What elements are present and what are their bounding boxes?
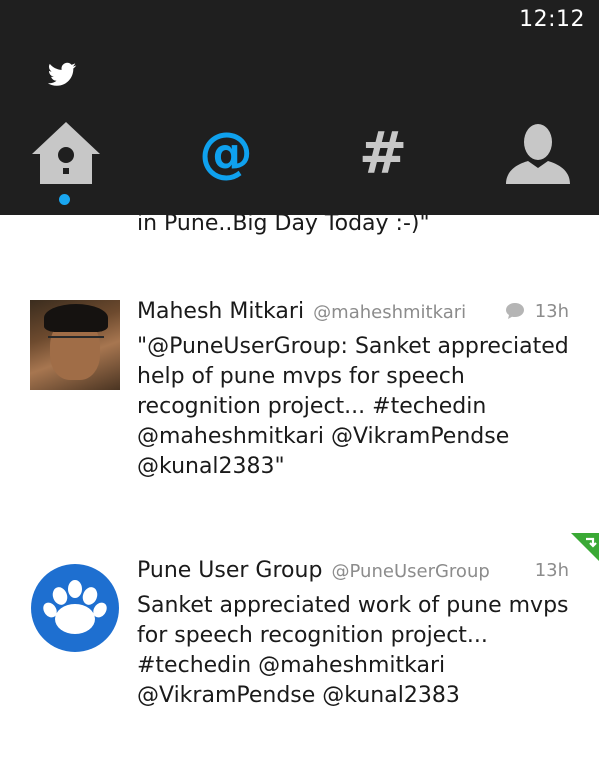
author-name[interactable]: Mahesh Mitkari (137, 299, 304, 324)
tweet-text-line: for speech recognition project... (137, 623, 488, 648)
avatar-glasses (48, 336, 104, 346)
hash-icon: # (358, 119, 408, 187)
nav-profile-tab[interactable] (498, 118, 588, 208)
nav-home-tab[interactable] (21, 118, 111, 208)
tweet-header: Mahesh Mitkari @maheshmitkari 13h (137, 294, 577, 330)
avatar[interactable] (30, 563, 120, 653)
tweet-time: 13h (534, 560, 569, 581)
tweet-text: "@PuneUserGroup: Sanket appreciated help… (137, 332, 582, 482)
paw-logo-icon (31, 564, 119, 652)
tweet-text-line: Sanket appreciated work of pune mvps (137, 593, 569, 618)
status-bar-clock: 12:12 (519, 7, 585, 32)
tweet-text-line: @maheshmitkari @VikramPendse (137, 424, 510, 449)
tweet-header: Pune User Group @PuneUserGroup 13h (137, 553, 577, 589)
conversation-icon (505, 302, 524, 319)
nav-hashtags-tab[interactable]: # (338, 118, 428, 208)
tweet-meta: 13h (505, 294, 569, 330)
tweet-time: 13h (534, 301, 569, 322)
avatar-hair (44, 304, 108, 332)
tweet-meta: 13h (535, 553, 569, 589)
tweet-text-line: @VikramPendse @kunal2383 (137, 683, 460, 708)
app-screen: in Pune..Big Day Today :-)" Mahesh Mitka… (0, 0, 599, 765)
tweet-text-line: #techedin @maheshmitkari (137, 653, 446, 678)
tweet-text-line: help of pune mvps for speech (137, 364, 465, 389)
author-name[interactable]: Pune User Group (137, 558, 322, 583)
tweet-text-line: @kunal2383" (137, 454, 285, 479)
avatar[interactable] (30, 300, 120, 390)
app-header: 12:12 @ # (0, 0, 599, 215)
author-handle[interactable]: @maheshmitkari (313, 302, 466, 323)
nav-mentions-tab[interactable]: @ (181, 118, 271, 208)
author-handle[interactable]: @PuneUserGroup (332, 561, 490, 582)
unread-indicator (59, 194, 70, 205)
birdhouse-icon (32, 122, 100, 184)
tweet-text: Sanket appreciated work of pune mvps for… (137, 591, 582, 711)
person-icon (506, 124, 570, 184)
twitter-bird-icon (47, 62, 77, 86)
tweet-text-line: "@PuneUserGroup: Sanket appreciated (137, 334, 569, 359)
at-icon: @ (199, 121, 253, 184)
tweet-text-line: recognition project... #techedin (137, 394, 487, 419)
